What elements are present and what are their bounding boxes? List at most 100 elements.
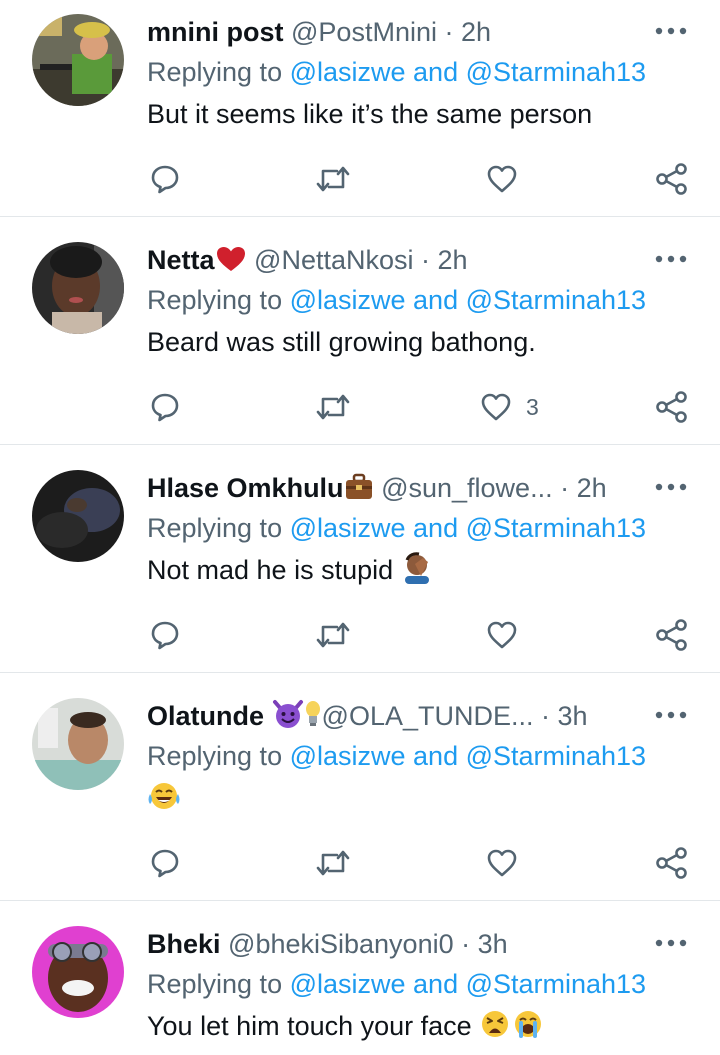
smiling-devil-emoji-icon [272,700,303,728]
loudly-crying-emoji-icon [515,1011,542,1038]
avatar[interactable] [32,698,124,790]
heart-icon [487,621,517,649]
tweet-text-line: You let him touch your face [147,1008,545,1044]
avatar[interactable] [32,242,124,334]
replying-to-link[interactable]: @lasizwe and @Starminah13 [290,513,646,543]
retweet-button[interactable] [315,159,351,199]
replying-to-link[interactable]: @lasizwe and @Starminah13 [290,285,646,315]
reply-tweet[interactable]: Netta @NettaNkosi · 2h Replying to @lasi… [0,242,720,442]
more-icon[interactable] [654,710,688,720]
user-handle[interactable]: @NettaNkosi [254,245,413,275]
display-name[interactable]: Olatunde [147,701,264,731]
heart-icon [487,849,517,877]
divider [0,672,720,673]
replying-to-line: Replying to @lasizwe and @Starminah13 [147,966,646,1002]
retweet-icon [316,850,350,876]
more-icon[interactable] [654,482,688,492]
facepalm-emoji-icon [404,552,429,584]
user-handle[interactable]: @sun_flowe... [381,473,553,503]
more-icon[interactable] [654,26,688,36]
timestamp[interactable]: 2h [461,17,491,47]
replying-to-link[interactable]: @lasizwe and @Starminah13 [290,57,646,87]
retweet-icon [316,622,350,648]
share-button[interactable] [655,387,689,427]
retweet-button[interactable] [315,843,351,883]
share-button[interactable] [655,843,689,883]
user-handle[interactable]: @PostMnini [291,17,437,47]
like-button[interactable] [486,615,532,655]
reply-tweet[interactable]: mnini post @PostMnini · 2h Replying to @… [0,14,720,214]
separator-dot: · [541,701,550,731]
timestamp[interactable]: 2h [438,245,468,275]
share-icon [656,619,687,651]
retweet-button[interactable] [315,387,351,427]
replying-prefix: Replying to [147,285,290,315]
action-bar: 3 [0,387,720,427]
like-count: 3 [526,394,539,420]
reply-button[interactable] [150,615,180,655]
action-bar [0,843,720,883]
replying-prefix: Replying to [147,969,290,999]
reply-button[interactable] [150,387,180,427]
reply-tweet[interactable]: Hlase Omkhulu @sun_flowe... · 2h Replyin… [0,470,720,670]
retweet-icon [316,166,350,192]
tweet-text: Beard was still growing bathong. [147,327,536,357]
share-button[interactable] [655,159,689,199]
reply-button[interactable] [150,159,180,199]
reply-icon [151,621,179,650]
share-icon [656,391,687,423]
replying-to-link[interactable]: @lasizwe and @Starminah13 [290,741,646,771]
weary-face-emoji-icon [482,1011,509,1037]
heart-icon [481,393,511,421]
reply-icon [151,165,179,194]
replying-prefix: Replying to [147,741,290,771]
display-name[interactable]: Netta [147,245,215,275]
reply-button[interactable] [150,843,180,883]
reply-icon [151,849,179,878]
tweet-text-line: Not mad he is stupid [147,552,433,588]
user-handle[interactable]: @bhekiSibanyoni0 [228,929,454,959]
like-button[interactable] [486,159,532,199]
separator-dot: · [461,929,471,959]
timestamp[interactable]: 2h [577,473,607,503]
tweet-text: Not mad he is stupid [147,555,394,585]
more-icon[interactable] [654,254,688,264]
heart-icon [487,165,517,193]
avatar[interactable] [32,470,124,562]
replying-prefix: Replying to [147,57,290,87]
divider [0,900,720,901]
avatar[interactable] [32,14,124,106]
separator-dot: · [444,17,454,47]
share-icon [656,847,687,879]
replying-to-line: Replying to @lasizwe and @Starminah13 [147,54,646,90]
more-icon[interactable] [654,938,688,948]
reply-tweet[interactable]: Bheki @bhekiSibanyoni0 · 3h Replying to … [0,926,720,1055]
share-button[interactable] [655,615,689,655]
replying-to-link[interactable]: @lasizwe and @Starminah13 [290,969,646,999]
reply-tweet[interactable]: Olatunde @OLA_TUNDE... · 3h Replying to … [0,698,720,898]
action-bar [0,159,720,199]
tweet-text: But it seems like it’s the same person [147,99,593,129]
display-name[interactable]: Bheki [147,929,221,959]
replying-to-line: Replying to @lasizwe and @Starminah13 [147,282,646,318]
like-button[interactable]: 3 [480,387,539,427]
light-bulb-emoji-icon [305,701,320,726]
tweet-header: Netta @NettaNkosi · 2h [147,242,468,278]
divider [0,216,720,217]
tweet-text-line [147,780,181,816]
separator-dot: · [421,245,431,275]
display-name[interactable]: Hlase Omkhulu [147,473,344,503]
separator-dot: · [560,473,570,503]
retweet-button[interactable] [315,615,351,655]
avatar[interactable] [32,926,124,1018]
timestamp[interactable]: 3h [558,701,588,731]
briefcase-emoji-icon [345,473,372,499]
tweet-header: Bheki @bhekiSibanyoni0 · 3h [147,926,508,962]
timestamp[interactable]: 3h [478,929,508,959]
user-handle[interactable]: @OLA_TUNDE... [322,701,534,731]
display-name[interactable]: mnini post [147,17,284,47]
tweet-header: mnini post @PostMnini · 2h [147,14,491,50]
like-button[interactable] [486,843,532,883]
retweet-icon [316,394,350,420]
replying-to-line: Replying to @lasizwe and @Starminah13 [147,510,646,546]
